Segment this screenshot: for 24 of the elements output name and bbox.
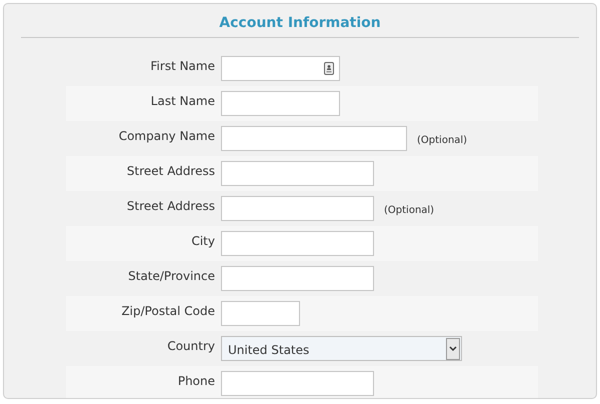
field-label: Street Address [126,199,215,214]
optional-note: (Optional) [384,205,434,217]
field-label: Company Name [118,129,215,144]
section-title: Account Information [219,14,381,32]
input-field[interactable] [221,91,340,116]
input-field[interactable] [221,266,374,291]
field-label: Last Name [150,94,215,109]
field-label: Country [166,339,215,354]
country-dropdown[interactable]: United States [221,336,462,361]
contact-card-icon[interactable] [324,62,334,75]
input-field[interactable] [221,301,300,326]
input-field[interactable] [221,126,407,151]
field-label: Zip/Postal Code [120,304,215,319]
input-field[interactable] [221,196,374,221]
field-label: City [190,234,215,249]
optional-note: (Optional) [417,135,468,147]
input-field[interactable] [221,56,340,81]
field-label: Street Address [126,164,215,179]
field-label: State/Province [127,269,215,284]
input-field[interactable] [221,371,374,396]
field-label: First Name [150,59,215,74]
input-field[interactable] [221,161,374,186]
input-field[interactable] [221,231,374,256]
field-label: Phone [176,374,215,389]
